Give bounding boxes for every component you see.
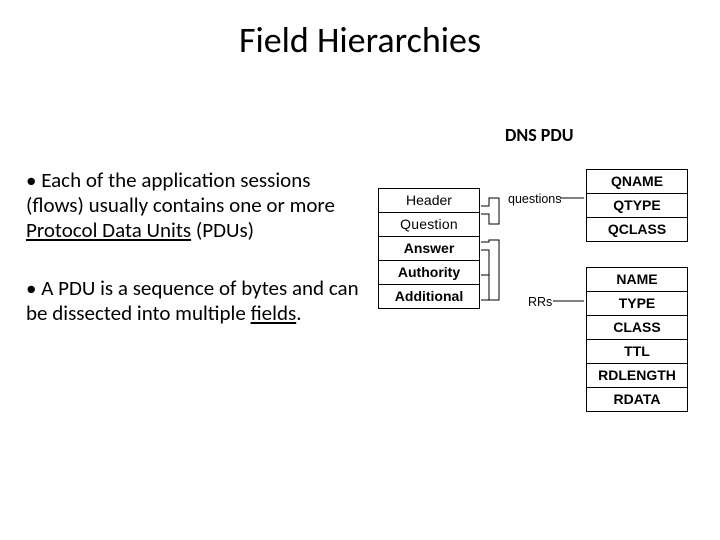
questions-label: questions xyxy=(508,192,562,206)
rrfield-row: RDATA xyxy=(586,387,688,412)
bullet-2-text-a: A PDU is a sequence of bytes and can be … xyxy=(26,275,359,326)
bullet-2-text-b: . xyxy=(296,300,301,326)
rr-fields-table: NAME TYPE CLASS TTL RDLENGTH RDATA xyxy=(586,268,688,412)
bullet-1-text-a: Each of the application sessions (flows)… xyxy=(26,167,335,218)
slide-title: Field Hierarchies xyxy=(0,18,720,62)
rrfield-row: TYPE xyxy=(586,291,688,316)
pdu-sections-table: Header Question Answer Authority Additio… xyxy=(378,188,480,309)
qfield-row: QTYPE xyxy=(586,193,688,218)
rrfield-row: CLASS xyxy=(586,315,688,340)
pdu-row-question: Question xyxy=(379,212,479,236)
bullet-dot: • xyxy=(26,275,41,301)
rrs-label: RRs xyxy=(528,295,552,309)
bullet-1: • Each of the application sessions (flow… xyxy=(26,168,366,242)
pdu-row-additional: Additional xyxy=(379,284,479,308)
pdu-row-answer: Answer xyxy=(379,236,479,260)
bullet-1-underline: Protocol Data Units xyxy=(26,217,191,243)
pdu-row-authority: Authority xyxy=(379,260,479,284)
slide: Field Hierarchies DNS PDU • Each of the … xyxy=(0,0,720,540)
rrfield-row: NAME xyxy=(586,267,688,292)
qfield-row: QCLASS xyxy=(586,217,688,242)
bullet-dot: • xyxy=(26,167,41,193)
rrfield-row: TTL xyxy=(586,339,688,364)
bullet-2: • A PDU is a sequence of bytes and can b… xyxy=(26,276,366,326)
bullet-1-text-b: (PDUs) xyxy=(191,217,254,243)
bullet-2-underline: fields xyxy=(251,300,297,326)
dns-pdu-label: DNS PDU xyxy=(505,124,573,146)
pdu-row-header: Header xyxy=(379,189,479,212)
qfield-row: QNAME xyxy=(586,169,688,194)
rrfield-row: RDLENGTH xyxy=(586,363,688,388)
question-fields-table: QNAME QTYPE QCLASS xyxy=(586,170,688,242)
